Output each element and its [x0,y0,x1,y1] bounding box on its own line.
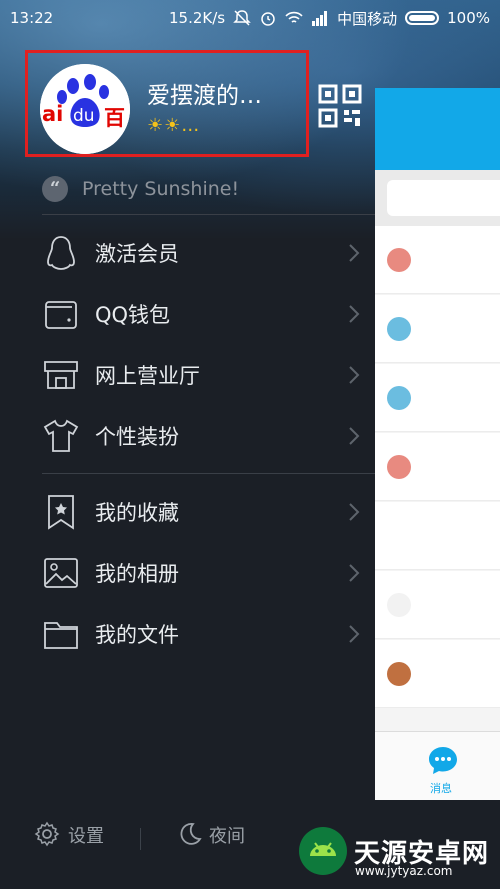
quote-icon: “ [42,176,68,202]
avatar[interactable]: ai du 百 [40,64,130,154]
menu-item-qq-wallet[interactable]: QQ钱包 [0,284,375,344]
qr-code-icon[interactable] [318,84,362,128]
avatar [387,524,411,548]
alarm-icon [261,12,275,26]
settings-button[interactable]: 设置 [68,822,104,848]
divider [42,214,375,215]
status-time: 13:22 [10,9,54,27]
menu-item-label: 我的文件 [95,623,179,647]
menu-item-label: 我的相册 [95,562,179,586]
list-item[interactable] [375,364,500,432]
chevron-right-icon [349,244,360,262]
avatar-text-left: ai [42,102,64,126]
night-mode-button[interactable]: 夜间 [209,822,245,848]
search-area [375,170,500,226]
list-item[interactable] [375,433,500,501]
avatar [387,455,411,479]
chevron-right-icon [349,503,360,521]
wallet-icon [45,301,77,329]
battery-icon [405,11,440,25]
tab-messages-label[interactable]: 消息 [430,780,452,796]
chevron-right-icon [349,366,360,384]
menu-item-activate-vip[interactable]: 激活会员 [0,223,375,283]
level-badges[interactable]: ☀☀… [147,115,200,136]
photo-icon [44,558,78,588]
search-input[interactable] [387,180,500,216]
menu-item-online-hall[interactable]: 网上营业厅 [0,345,375,405]
mute-bell-icon [233,10,251,26]
avatar-text-mid: du [73,106,95,126]
avatar [387,386,411,410]
avatar [387,248,411,272]
list-item[interactable] [375,640,500,708]
moon-icon[interactable] [176,821,202,847]
tshirt-icon [43,419,79,452]
chevron-right-icon [349,305,360,323]
list-item[interactable] [375,502,500,570]
gear-icon[interactable] [34,821,60,847]
chevron-right-icon [349,625,360,643]
menu-item-files[interactable]: 我的文件 [0,604,375,664]
status-bar: 13:22 15.2K/s 中国移动 100% [0,0,500,36]
bookmark-star-icon [48,495,74,530]
watermark-url: www.jytyaz.com [355,864,453,878]
chevron-right-icon [349,564,360,582]
menu-item-favorites[interactable]: 我的收藏 [0,482,375,542]
divider [42,473,375,474]
wifi-icon [285,11,303,23]
chevron-right-icon [349,427,360,445]
carrier-name: 中国移动 [337,9,398,28]
menu-item-label: 激活会员 [95,242,179,266]
menu-item-personalize[interactable]: 个性装扮 [0,406,375,466]
avatar [387,662,411,686]
menu-item-label: QQ钱包 [95,303,171,327]
battery-level: 100% [447,9,490,27]
menu-item-label: 网上营业厅 [95,364,200,388]
list-item[interactable] [375,295,500,363]
list-item[interactable] [375,571,500,639]
menu-item-label: 我的收藏 [95,501,179,525]
list-item[interactable] [375,226,500,294]
message-bubble-icon[interactable] [426,744,460,778]
main-top-bar [375,88,500,170]
avatar [387,593,411,617]
menu-item-album[interactable]: 我的相册 [0,543,375,603]
menu-item-label: 个性装扮 [95,425,179,449]
network-speed: 15.2K/s [168,9,226,27]
avatar [387,317,411,341]
signature-line[interactable]: “ Pretty Sunshine! [42,176,239,202]
penguin-icon [47,236,75,270]
signal-icon [312,11,328,26]
store-icon [44,361,78,389]
main-tab-bar: 消息 [375,731,500,800]
main-panel-peek[interactable]: 消息 [375,88,500,800]
android-logo-icon [299,827,347,875]
profile-nickname[interactable]: 爱摆渡的… [147,76,262,110]
divider [140,828,141,850]
signature-text: Pretty Sunshine! [82,178,240,200]
avatar-text-right: 百 [104,106,125,130]
folder-icon [44,622,78,649]
watermark: 天源安卓网 www.jytyaz.com [298,826,489,878]
